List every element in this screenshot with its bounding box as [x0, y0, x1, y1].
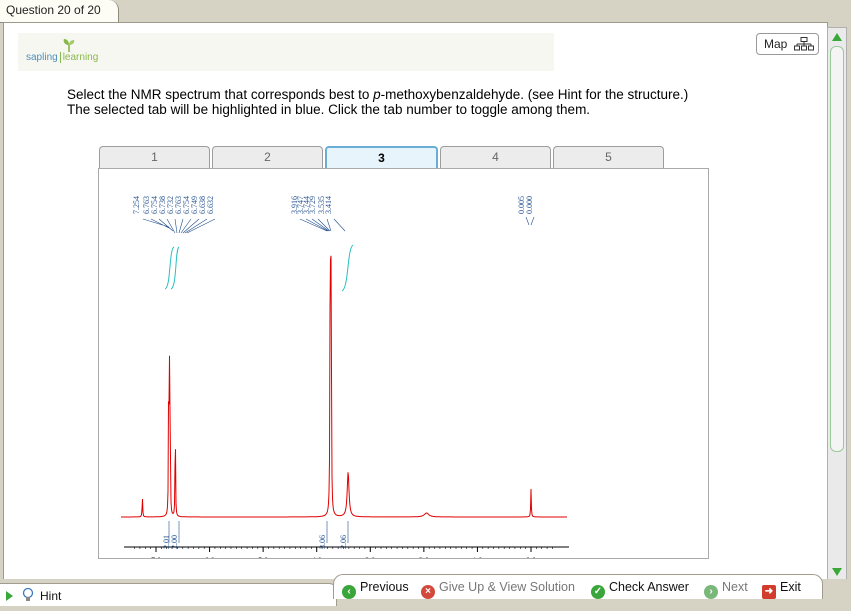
tab-2[interactable]: 2 [212, 146, 323, 168]
exit-button[interactable]: ➜ Exit [762, 580, 801, 599]
tab-5[interactable]: 5 [553, 146, 664, 168]
integral-curve [164, 246, 175, 290]
x-tick-label: 5.0 [258, 556, 268, 558]
next-button[interactable]: › Next [704, 580, 748, 599]
previous-label: Previous [360, 580, 409, 594]
integration-label: 2.06 [339, 535, 348, 549]
action-bar: ‹ Previous × Give Up & View Solution ✓ Chec… [333, 574, 823, 599]
arrow-right-icon: › [704, 585, 718, 599]
content-frame: sapling learning Map Select the NMR spect… [3, 22, 828, 580]
scrollbar[interactable] [827, 27, 847, 582]
check-answer-label: Check Answer [609, 580, 689, 594]
logo-text-left: sapling [26, 52, 58, 64]
expand-arrow-icon [6, 591, 13, 601]
peak-label: 7.254 [132, 196, 141, 214]
sapling-logo: sapling learning [26, 52, 98, 63]
peak-label: 6.632 [206, 196, 215, 214]
nmr-spectrum-plot: 7.06.05.04.03.02.01.00.0f1 (ppm)© Univer… [121, 196, 616, 573]
check-answer-button[interactable]: ✓ Check Answer [591, 580, 689, 599]
close-circle-icon: × [421, 585, 435, 599]
exit-label: Exit [780, 580, 801, 594]
hint-label: Hint [40, 589, 62, 603]
x-tick-label: 7.0 [151, 556, 161, 558]
check-icon: ✓ [591, 585, 605, 599]
x-tick-label: 0.0 [526, 556, 536, 558]
peak-connectors-1 [142, 218, 216, 234]
x-tick-label: 2.0 [419, 556, 429, 558]
integration-label: 2.00 [170, 535, 179, 549]
x-tick-label: 6.0 [205, 556, 215, 558]
instructions: Select the NMR spectrum that corresponds… [67, 87, 807, 117]
arrow-left-icon: ‹ [342, 585, 356, 599]
logo-text-right: learning [62, 52, 99, 64]
peak-label: 0.000 [525, 196, 534, 214]
scroll-down-icon[interactable] [832, 568, 842, 576]
peak-connectors-2 [299, 218, 346, 232]
scroll-thumb[interactable] [830, 46, 844, 452]
instruction-line-1: Select the NMR spectrum that corresponds… [67, 87, 807, 102]
peak-label: 3.414 [324, 196, 333, 214]
map-button[interactable]: Map [756, 33, 819, 55]
nmr-spectrum: 7.06.05.04.03.02.01.00.0f1 (ppm)© Univer… [98, 168, 709, 573]
question-tab[interactable]: Question 20 of 20 [0, 0, 119, 23]
instruction-para: p [373, 87, 381, 102]
map-label: Map [764, 37, 788, 51]
x-tick-label: 1.0 [472, 556, 482, 558]
give-up-label: Give Up & View Solution [439, 580, 575, 594]
peak-connectors-3 [525, 216, 535, 226]
integration-label: 3.06 [318, 535, 327, 549]
instruction-text: Select the NMR spectrum that corresponds… [67, 87, 374, 102]
tab-4[interactable]: 4 [440, 146, 551, 168]
hint-button[interactable]: Hint [0, 583, 337, 606]
lightbulb-icon [22, 587, 34, 601]
sprout-icon [63, 39, 75, 52]
integral-curve [341, 244, 354, 292]
logo-bar: sapling learning [18, 33, 554, 71]
x-tick-label: 3.0 [365, 556, 375, 558]
give-up-button[interactable]: × Give Up & View Solution [421, 580, 575, 599]
tab-1[interactable]: 1 [99, 146, 210, 168]
spectrum-trace [121, 255, 567, 518]
instruction-line-2: The selected tab will be highlighted in … [67, 102, 591, 117]
peak-label: 3.729 [308, 196, 317, 214]
scroll-up-icon[interactable] [832, 33, 842, 41]
tab-3[interactable]: 3 [325, 146, 438, 169]
instruction-text-end: -methoxybenzaldehyde. (see Hint for the … [380, 87, 689, 102]
x-tick-label: 4.0 [312, 556, 322, 558]
question-tab-label: Question 20 of 20 [6, 3, 101, 17]
next-label: Next [722, 580, 748, 594]
integral-curve [170, 246, 180, 290]
sitemap-icon [794, 37, 814, 51]
previous-button[interactable]: ‹ Previous [342, 580, 409, 599]
exit-icon: ➜ [762, 585, 776, 599]
